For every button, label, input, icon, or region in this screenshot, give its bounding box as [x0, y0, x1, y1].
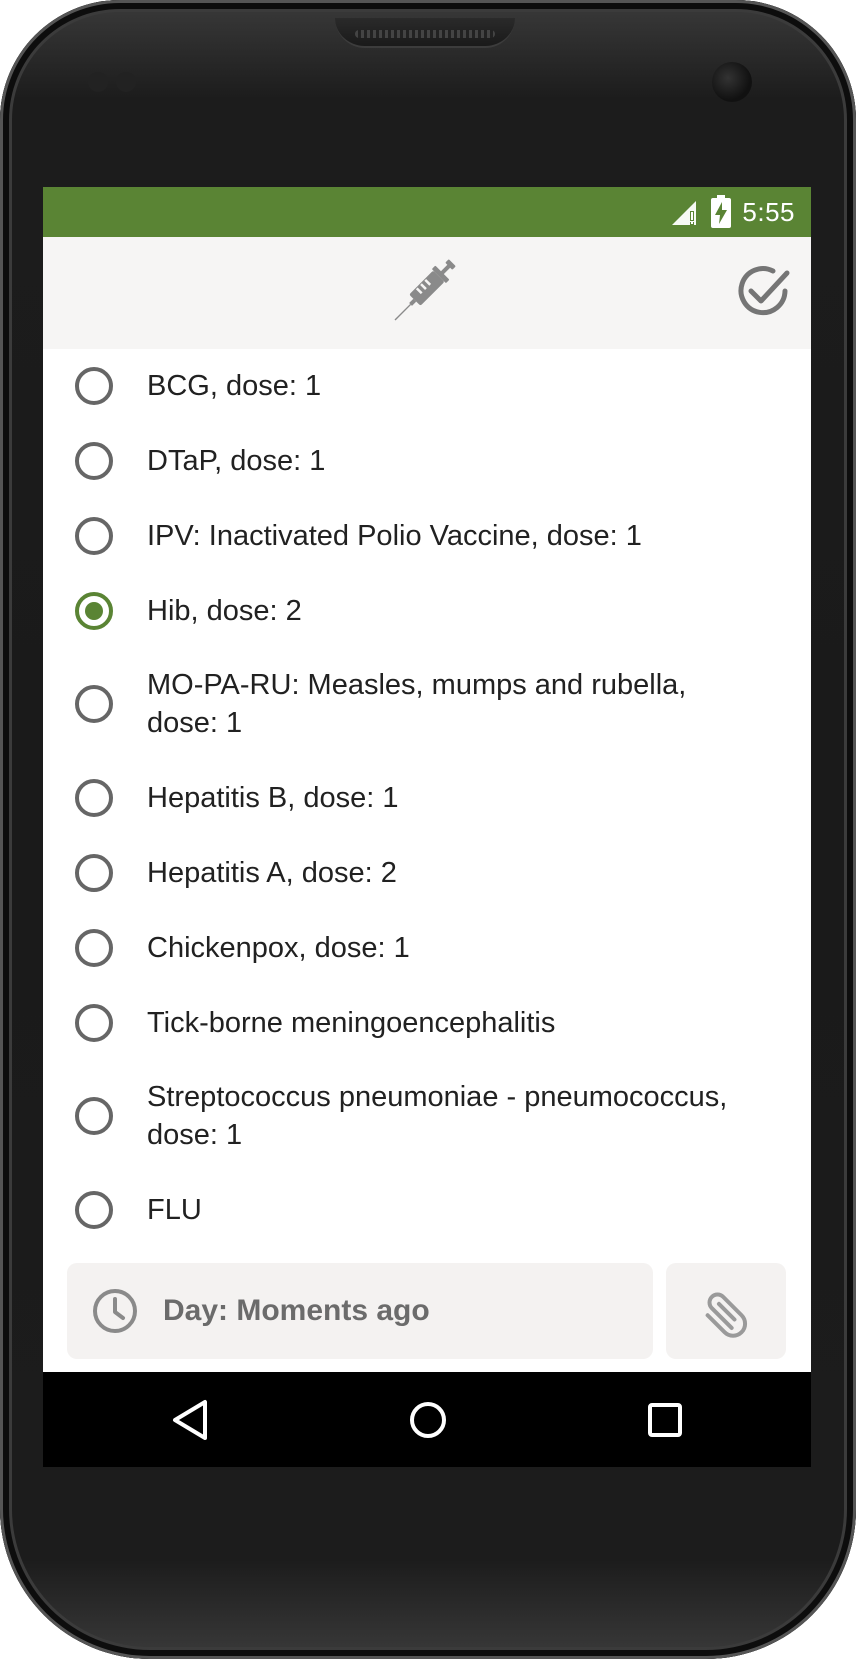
vaccine-label: DTaP, dose: 1: [147, 445, 326, 477]
vaccine-option[interactable]: Streptococcus pneumoniae - pneumococcus,…: [43, 1061, 811, 1173]
radio-button[interactable]: [75, 517, 113, 555]
radio-button[interactable]: [75, 1191, 113, 1229]
battery-charging-icon: [711, 195, 732, 228]
vaccine-option[interactable]: Hepatitis A, dose: 2: [43, 836, 811, 911]
radio-button[interactable]: [75, 854, 113, 892]
vaccine-option[interactable]: Tick-borne meningoencephalitis: [43, 986, 811, 1061]
recents-icon[interactable]: [637, 1392, 693, 1448]
radio-button[interactable]: [75, 442, 113, 480]
clock-icon: [93, 1289, 137, 1333]
paperclip-icon: [705, 1292, 747, 1338]
vaccine-label: Chickenpox, dose: 1: [147, 932, 410, 964]
status-time: 5:55: [742, 196, 795, 227]
radio-button[interactable]: [75, 1004, 113, 1042]
front-camera: [712, 62, 752, 102]
system-nav-bar: [43, 1372, 811, 1467]
radio-button[interactable]: [75, 1097, 113, 1135]
vaccine-label: MO-PA-RU: Measles, mumps and rubella, do…: [147, 669, 687, 739]
vaccine-option[interactable]: FLU: [43, 1173, 811, 1248]
vaccine-option[interactable]: BCG, dose: 1: [43, 349, 811, 424]
status-icons: 5:55: [670, 195, 795, 229]
home-icon[interactable]: [400, 1392, 456, 1448]
app-toolbar: [43, 237, 811, 349]
front-sensors: [88, 72, 148, 94]
vaccine-label: Streptococcus pneumoniae - pneumococcus,…: [147, 1081, 728, 1151]
earpiece-speaker: [335, 18, 515, 48]
vaccine-label: FLU: [147, 1194, 202, 1226]
radio-button[interactable]: [75, 685, 113, 723]
radio-button[interactable]: [75, 929, 113, 967]
vaccine-label: IPV: Inactivated Polio Vaccine, dose: 1: [147, 520, 642, 552]
signal-icon: [672, 201, 697, 225]
vaccine-option[interactable]: MO-PA-RU: Measles, mumps and rubella, do…: [43, 649, 811, 761]
vaccine-option[interactable]: Hepatitis B, dose: 1: [43, 761, 811, 836]
vaccine-label: Hib, dose: 2: [147, 595, 302, 627]
vaccine-option[interactable]: IPV: Inactivated Polio Vaccine, dose: 1: [43, 499, 811, 574]
vaccine-label: Hepatitis B, dose: 1: [147, 782, 399, 814]
confirm-check-icon[interactable]: [733, 261, 793, 321]
vaccine-option[interactable]: DTaP, dose: 1: [43, 424, 811, 499]
vaccine-label: Tick-borne meningoencephalitis: [147, 1007, 556, 1039]
syringe-icon: [394, 259, 456, 321]
attach-button[interactable]: [666, 1263, 786, 1359]
vaccine-label: BCG, dose: 1: [147, 370, 322, 402]
phone-frame: 5:55 BCG, dose: 1 DTaP, dose: 1 IPV: Ina…: [0, 0, 856, 1659]
radio-button[interactable]: [75, 367, 113, 405]
back-icon[interactable]: [163, 1392, 219, 1448]
date-picker-field[interactable]: Day: Moments ago: [67, 1263, 653, 1359]
status-bar: 5:55: [43, 187, 811, 237]
radio-button[interactable]: [75, 779, 113, 817]
vaccine-label: Hepatitis A, dose: 2: [147, 857, 397, 889]
radio-button[interactable]: [75, 592, 113, 630]
app-screen: 5:55 BCG, dose: 1 DTaP, dose: 1 IPV: Ina…: [43, 187, 811, 1467]
vaccine-option[interactable]: Chickenpox, dose: 1: [43, 911, 811, 986]
vaccine-option[interactable]: Hib, dose: 2: [43, 574, 811, 649]
date-field-text: Day: Moments ago: [163, 1294, 430, 1327]
